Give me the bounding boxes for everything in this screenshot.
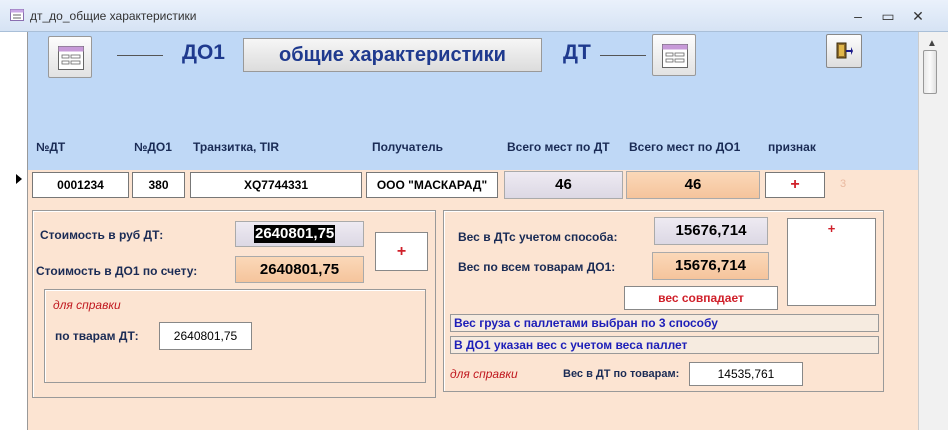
maximize-button[interactable]: ▭	[878, 8, 898, 24]
decor-line	[600, 55, 646, 56]
col-dt-number: №ДТ	[36, 140, 66, 154]
scroll-up-icon[interactable]: ▲	[927, 38, 937, 49]
weight-dt-label: Вес в ДТс учетом способа:	[458, 230, 618, 244]
weight-do1-value[interactable]: 15676,714	[652, 252, 769, 280]
weight-goods-dt-value[interactable]: 14535,761	[689, 362, 803, 386]
weight-status-field: вес совпадает	[624, 286, 778, 310]
cost-dt-label: Стоимость в руб ДТ:	[40, 228, 164, 242]
cost-dt-value[interactable]: 2640801,75	[254, 225, 336, 243]
minimize-button[interactable]: –	[848, 8, 868, 24]
open-form-button-left[interactable]	[48, 36, 92, 78]
col-recipient: Получатель	[372, 140, 443, 154]
form-icon	[10, 9, 24, 21]
weight-dt-value[interactable]: 15676,714	[654, 217, 768, 245]
places-do1-field[interactable]: 46	[626, 171, 760, 199]
col-sign: признак	[768, 140, 816, 154]
header-title: общие характеристики	[243, 38, 542, 72]
cost-reference-label: для справки	[53, 298, 121, 312]
col-do1-number: №ДО1	[134, 140, 172, 154]
weight-do1-label: Вес по всем товарам ДО1:	[458, 260, 616, 274]
col-places-do1: Всего мест по ДО1	[629, 140, 741, 154]
decor-line	[117, 55, 163, 56]
cost-do1-label: Стоимость в ДО1 по счету:	[36, 264, 198, 278]
record-selector[interactable]	[0, 170, 28, 430]
header-do1-label: ДО1	[182, 41, 225, 64]
form-icon	[662, 44, 688, 68]
do1-number-field[interactable]: 380	[132, 172, 185, 198]
weight-reference-label: для справки	[450, 367, 518, 381]
open-form-button-right[interactable]	[652, 34, 696, 76]
col-transit-tir: Транзитка, TIR	[193, 140, 280, 154]
cost-goods-dt-label: по тварам ДТ:	[55, 329, 139, 343]
weight-message-2: В ДО1 указан вес с учетом веса паллет	[450, 336, 879, 354]
form-left-margin	[0, 32, 28, 170]
current-record-icon	[16, 174, 22, 184]
cost-do1-value[interactable]: 2640801,75	[235, 256, 364, 283]
scroll-thumb[interactable]	[923, 50, 937, 94]
weight-sign-field[interactable]: +	[787, 218, 876, 306]
header-dt-label: ДТ	[563, 41, 591, 64]
places-dt-field[interactable]: 46	[504, 171, 623, 199]
dt-number-field[interactable]: 0001234	[32, 172, 129, 198]
recipient-field[interactable]: ООО "МАСКАРАД"	[366, 172, 498, 198]
exit-button[interactable]	[826, 34, 862, 68]
window-title: дт_до_общие характеристики	[30, 9, 197, 23]
sign-field[interactable]: +	[765, 172, 825, 198]
transit-tir-field[interactable]: XQ7744331	[190, 172, 362, 198]
close-button[interactable]: ✕	[908, 8, 928, 24]
cost-dt-box: 2640801,75	[235, 221, 364, 247]
faint-counter: 3	[840, 178, 847, 190]
cost-sign-field[interactable]: +	[375, 232, 428, 271]
form-icon	[58, 46, 84, 70]
exit-door-icon	[836, 42, 853, 59]
cost-goods-dt-value[interactable]: 2640801,75	[159, 322, 252, 350]
weight-goods-dt-label: Вес в ДТ по товарам:	[563, 368, 680, 380]
vertical-scrollbar[interactable]: ▲	[918, 32, 948, 430]
weight-message-1: Вес груза с паллетами выбран по 3 способ…	[450, 314, 879, 332]
window-titlebar: дт_до_общие характеристики – ▭ ✕	[0, 0, 948, 32]
col-places-dt: Всего мест по ДТ	[507, 140, 610, 154]
